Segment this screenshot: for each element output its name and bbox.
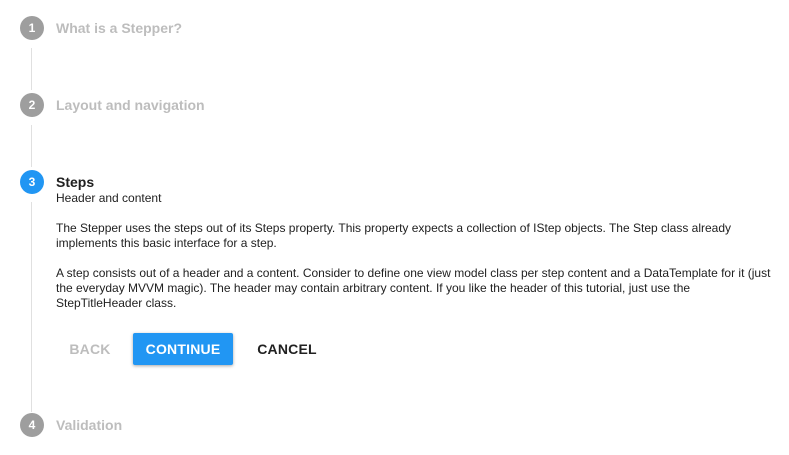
step-4-title: Validation bbox=[56, 417, 123, 433]
continue-button[interactable]: CONTINUE bbox=[133, 333, 233, 365]
cancel-button[interactable]: CANCEL bbox=[248, 333, 326, 365]
step-connector-1-2 bbox=[31, 48, 32, 90]
step-3-title: Steps bbox=[56, 174, 95, 190]
step-3-paragraph-1: The Stepper uses the steps out of its St… bbox=[56, 221, 732, 250]
step-connector-3-4 bbox=[31, 202, 32, 412]
step-2-number-badge: 2 bbox=[20, 93, 44, 117]
back-button[interactable]: BACK bbox=[60, 333, 120, 365]
step-4-number-badge: 4 bbox=[20, 413, 44, 437]
step-3-subtitle: Header and content bbox=[56, 191, 162, 205]
step-connector-2-3 bbox=[31, 125, 32, 167]
step-1-number-badge: 1 bbox=[20, 16, 44, 40]
step-3-paragraph-2: A step consists out of a header and a co… bbox=[56, 266, 771, 310]
step-2-title: Layout and navigation bbox=[56, 97, 205, 113]
step-1-title: What is a Stepper? bbox=[56, 20, 183, 36]
step-3-number-badge: 3 bbox=[20, 170, 44, 194]
